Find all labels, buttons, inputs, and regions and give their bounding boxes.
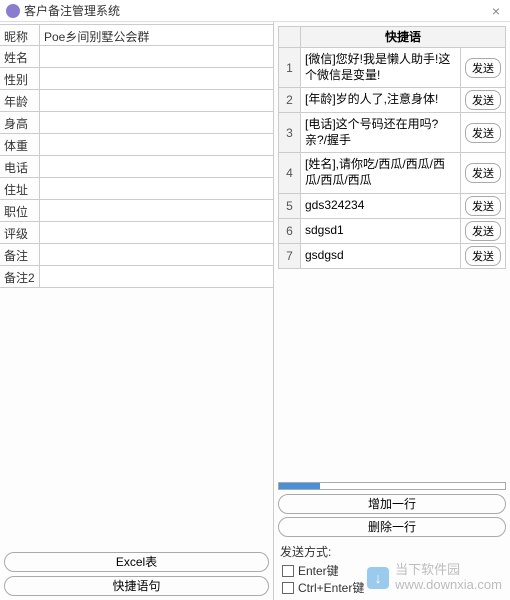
form-row-gender: 性别 (0, 68, 273, 90)
phrase-idx: 4 (279, 153, 301, 192)
form-row-position: 职位 (0, 200, 273, 222)
form-row-remark: 备注 (0, 244, 273, 266)
label-remark2: 备注2 (0, 266, 40, 287)
phrase-idx: 6 (279, 219, 301, 243)
label-height: 身高 (0, 112, 40, 133)
checkbox-icon[interactable] (282, 565, 294, 577)
label-remark: 备注 (0, 244, 40, 265)
field-remark[interactable] (40, 244, 273, 265)
phrase-idx: 7 (279, 244, 301, 268)
field-name[interactable] (40, 46, 273, 67)
app-icon (6, 4, 20, 18)
send-button[interactable]: 发送 (465, 90, 501, 110)
phrase-idx: 5 (279, 194, 301, 218)
send-button[interactable]: 发送 (465, 221, 501, 241)
phrase-table: 1 [微信]您好!我是懒人助手!这个微信是变量! 发送 2 [年龄]岁的人了,注… (278, 48, 506, 269)
field-address[interactable] (40, 178, 273, 199)
quick-phrase-button[interactable]: 快捷语句 (4, 576, 269, 596)
form-row-name: 姓名 (0, 46, 273, 68)
send-button[interactable]: 发送 (465, 196, 501, 216)
send-button[interactable]: 发送 (465, 163, 501, 183)
form-row-rating: 评级 (0, 222, 273, 244)
field-gender[interactable] (40, 68, 273, 89)
phrase-header-num (279, 27, 301, 47)
phrase-text[interactable]: sdgsd1 (301, 219, 461, 243)
form-row-nickname: 昵称 Poe乡间别墅公会群 (0, 24, 273, 46)
field-weight[interactable] (40, 134, 273, 155)
label-phone: 电话 (0, 156, 40, 177)
left-pane: 昵称 Poe乡间别墅公会群 姓名 性别 年龄 身高 体重 (0, 22, 274, 600)
field-position[interactable] (40, 200, 273, 221)
send-button[interactable]: 发送 (465, 123, 501, 143)
form-row-age: 年龄 (0, 90, 273, 112)
progress-bar (278, 482, 506, 490)
phrase-header: 快捷语 (278, 26, 506, 48)
phrase-row[interactable]: 5 gds324234 发送 (279, 194, 505, 219)
titlebar: 客户备注管理系统 × (0, 0, 510, 22)
send-button[interactable]: 发送 (465, 246, 501, 266)
phrase-row[interactable]: 3 [电话]这个号码还在用吗?亲?/握手 发送 (279, 113, 505, 153)
checkbox-icon[interactable] (282, 582, 294, 594)
excel-button[interactable]: Excel表 (4, 552, 269, 572)
phrase-idx: 3 (279, 113, 301, 152)
phrase-text[interactable]: [微信]您好!我是懒人助手!这个微信是变量! (301, 48, 461, 87)
send-mode-title: 发送方式: (280, 543, 504, 560)
form-row-remark2: 备注2 (0, 266, 273, 288)
field-phone[interactable] (40, 156, 273, 177)
progress-fill (279, 483, 320, 489)
send-mode-label-ctrl-enter: Ctrl+Enter键 (298, 579, 364, 596)
phrase-text[interactable]: [姓名],请你吃/西瓜/西瓜/西瓜/西瓜/西瓜 (301, 153, 461, 192)
phrase-row[interactable]: 7 gsdgsd 发送 (279, 244, 505, 269)
form-row-height: 身高 (0, 112, 273, 134)
field-nickname[interactable]: Poe乡间别墅公会群 (40, 25, 273, 45)
field-age[interactable] (40, 90, 273, 111)
phrase-row[interactable]: 1 [微信]您好!我是懒人助手!这个微信是变量! 发送 (279, 48, 505, 88)
send-mode-option-enter[interactable]: Enter键 (282, 562, 504, 579)
phrase-text[interactable]: [年龄]岁的人了,注意身体! (301, 88, 461, 112)
form-row-address: 住址 (0, 178, 273, 200)
window-title: 客户备注管理系统 (24, 2, 120, 19)
label-gender: 性别 (0, 68, 40, 89)
field-height[interactable] (40, 112, 273, 133)
form-row-phone: 电话 (0, 156, 273, 178)
label-weight: 体重 (0, 134, 40, 155)
form-row-weight: 体重 (0, 134, 273, 156)
field-remark2[interactable] (40, 266, 273, 287)
progress-area (274, 480, 510, 492)
close-icon[interactable]: × (488, 3, 504, 19)
label-nickname: 昵称 (0, 25, 40, 45)
label-age: 年龄 (0, 90, 40, 111)
label-name: 姓名 (0, 46, 40, 67)
phrase-header-title: 快捷语 (301, 27, 505, 47)
phrase-text[interactable]: [电话]这个号码还在用吗?亲?/握手 (301, 113, 461, 152)
send-mode-panel: 发送方式: Enter键 Ctrl+Enter键 (274, 539, 510, 600)
phrase-idx: 2 (279, 88, 301, 112)
phrase-text[interactable]: gds324234 (301, 194, 461, 218)
phrase-row[interactable]: 4 [姓名],请你吃/西瓜/西瓜/西瓜/西瓜/西瓜 发送 (279, 153, 505, 193)
label-position: 职位 (0, 200, 40, 221)
left-buttons: Excel表 快捷语句 (0, 548, 273, 600)
send-button[interactable]: 发送 (465, 58, 501, 78)
label-address: 住址 (0, 178, 40, 199)
right-pane: 快捷语 1 [微信]您好!我是懒人助手!这个微信是变量! 发送 2 [年龄]岁的… (274, 22, 510, 600)
send-mode-label-enter: Enter键 (298, 562, 339, 579)
send-mode-option-ctrl-enter[interactable]: Ctrl+Enter键 (282, 579, 504, 596)
content: 昵称 Poe乡间别墅公会群 姓名 性别 年龄 身高 体重 (0, 22, 510, 600)
customer-form: 昵称 Poe乡间别墅公会群 姓名 性别 年龄 身高 体重 (0, 22, 273, 548)
phrase-row[interactable]: 2 [年龄]岁的人了,注意身体! 发送 (279, 88, 505, 113)
phrase-row[interactable]: 6 sdgsd1 发送 (279, 219, 505, 244)
label-rating: 评级 (0, 222, 40, 243)
right-buttons: 增加一行 删除一行 (274, 492, 510, 539)
add-row-button[interactable]: 增加一行 (278, 494, 506, 514)
phrase-text[interactable]: gsdgsd (301, 244, 461, 268)
field-rating[interactable] (40, 222, 273, 243)
delete-row-button[interactable]: 删除一行 (278, 517, 506, 537)
spacer (274, 269, 510, 480)
phrase-idx: 1 (279, 48, 301, 87)
